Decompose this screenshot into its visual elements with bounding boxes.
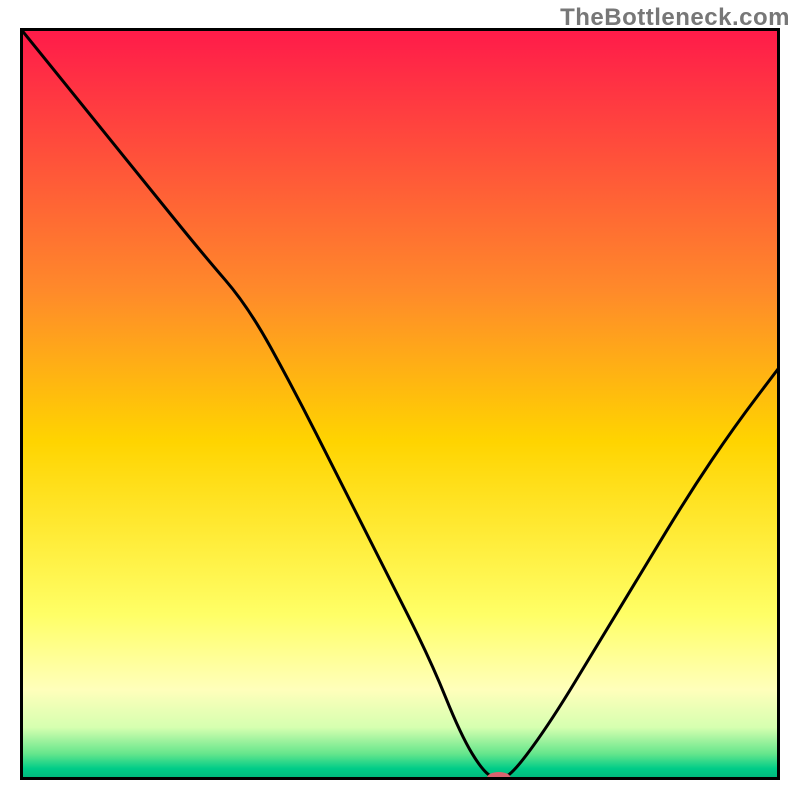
gradient-background: [20, 28, 780, 780]
bottleneck-chart: [20, 28, 780, 780]
watermark-text: TheBottleneck.com: [560, 4, 790, 32]
plot-area: [20, 28, 780, 780]
chart-container: TheBottleneck.com: [0, 0, 800, 800]
